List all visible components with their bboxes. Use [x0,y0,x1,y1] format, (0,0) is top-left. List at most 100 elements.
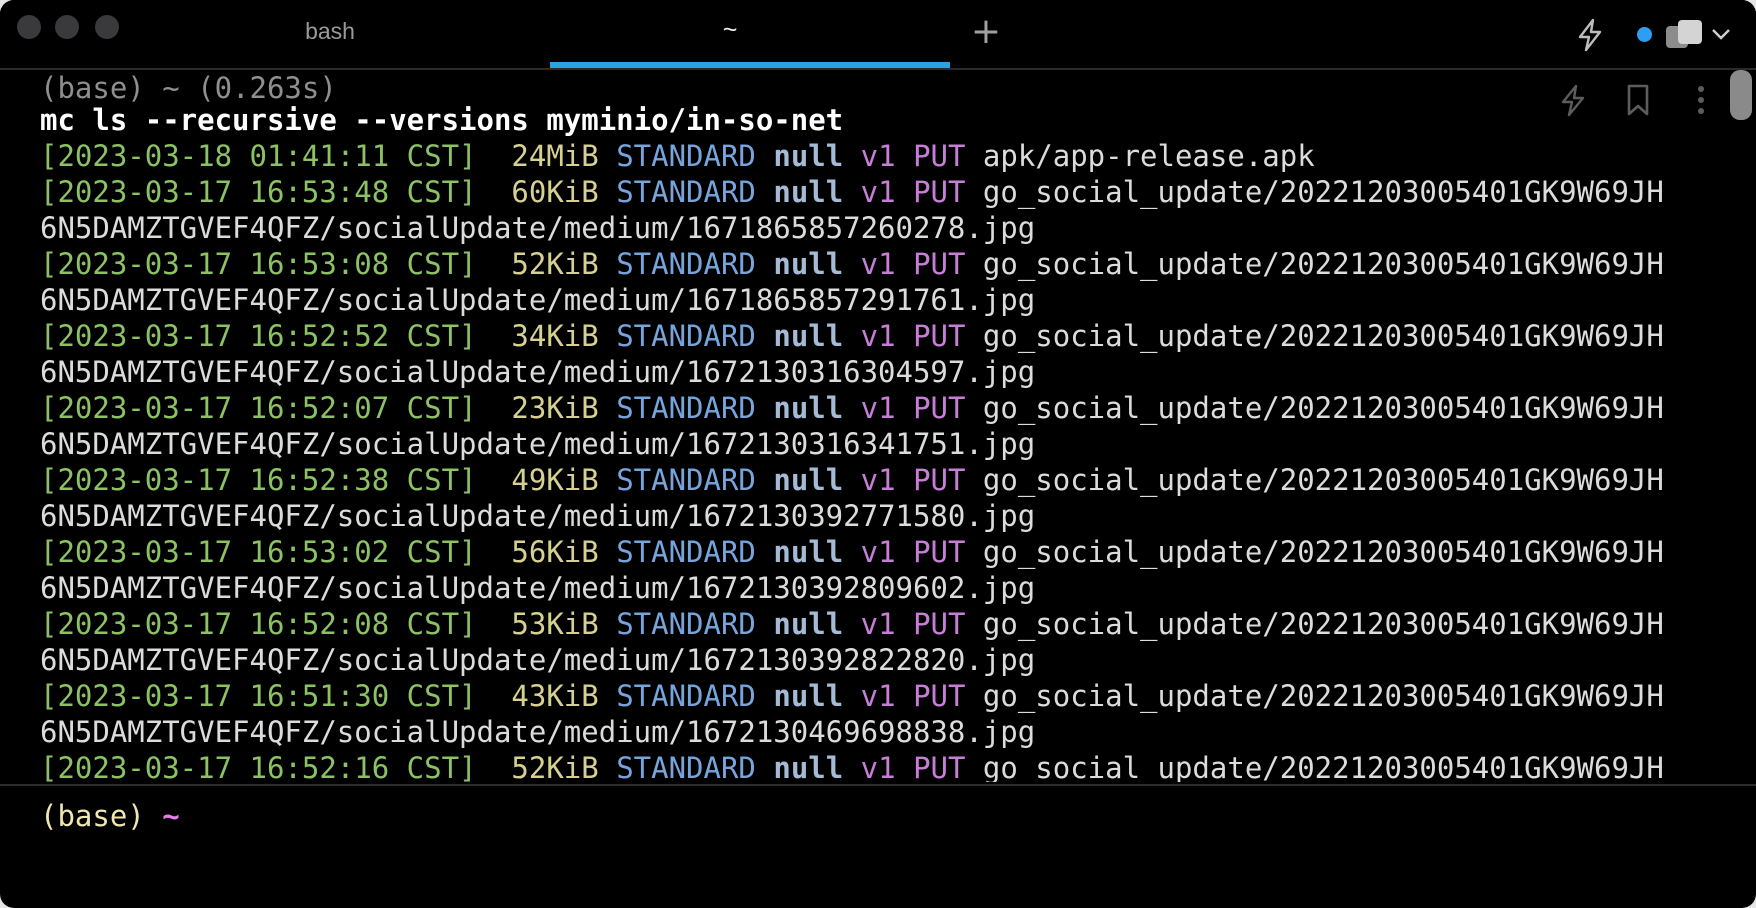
row-size: 24MiB [511,139,599,173]
row-version-id: null [773,679,844,713]
zoom-window-button[interactable] [95,15,119,39]
row-timestamp: [2023-03-17 16:53:48 CST] [40,175,477,209]
row-object-key-continuation: 6N5DAMZTGVEF4QFZ/socialUpdate/medium/167… [40,715,1036,749]
bolt-icon[interactable] [1575,18,1605,52]
row-version-id: null [773,139,844,173]
row-timestamp: [2023-03-17 16:53:02 CST] [40,535,477,569]
row-storage-class: STANDARD [616,319,756,353]
row-operation: PUT [913,175,966,209]
row-object-key-continuation: 6N5DAMZTGVEF4QFZ/socialUpdate/medium/167… [40,643,1036,677]
tab-bar: bash ~ + [0,0,1756,68]
output-row: [2023-03-18 01:41:11 CST] 24MiB STANDARD… [40,138,1315,174]
row-timestamp: [2023-03-17 16:53:08 CST] [40,247,477,281]
row-timestamp: [2023-03-17 16:52:52 CST] [40,319,477,353]
row-version-number: v1 [860,139,896,173]
row-object-key: go_social_update/20221203005401GK9W69JH [982,679,1664,713]
row-version-id: null [773,391,844,425]
row-object-key: go_social_update/20221203005401GK9W69JH [982,319,1664,353]
conda-env-label: (base) [40,799,145,833]
bookmark-icon[interactable] [1620,82,1656,118]
row-storage-class: STANDARD [616,247,756,281]
row-version-id: null [773,607,844,641]
row-size: 49KiB [511,463,599,497]
chevron-down-icon[interactable] [1710,26,1732,42]
row-storage-class: STANDARD [616,535,756,569]
row-object-key: go_social_update/20221203005401GK9W69JH [982,463,1664,497]
row-version-id: null [773,463,844,497]
row-object-key-continuation: 6N5DAMZTGVEF4QFZ/socialUpdate/medium/167… [40,211,1036,245]
output-row: [2023-03-17 16:51:30 CST] 43KiB STANDARD… [40,678,1664,714]
row-object-key-continuation: 6N5DAMZTGVEF4QFZ/socialUpdate/medium/167… [40,499,1036,533]
row-version-number: v1 [860,247,896,281]
bolt-icon[interactable] [1555,82,1591,118]
row-operation: PUT [913,391,966,425]
row-version-number: v1 [860,463,896,497]
profile-icon[interactable] [1664,16,1708,52]
row-storage-class: STANDARD [616,391,756,425]
row-size: 56KiB [511,535,599,569]
row-operation: PUT [913,679,966,713]
row-operation: PUT [913,139,966,173]
row-storage-class: STANDARD [616,175,756,209]
row-size: 60KiB [511,175,599,209]
row-object-key: apk/app-release.apk [982,139,1315,173]
row-version-number: v1 [860,535,896,569]
row-version-number: v1 [860,391,896,425]
row-size: 23KiB [511,391,599,425]
row-object-key: go_social_update/20221203005401GK9W69JH [982,391,1664,425]
row-size: 52KiB [511,247,599,281]
row-version-id: null [773,175,844,209]
row-version-number: v1 [860,607,896,641]
output-row: [2023-03-17 16:52:08 CST] 53KiB STANDARD… [40,606,1664,642]
row-timestamp: [2023-03-17 16:52:16 CST] [40,751,477,782]
row-timestamp: [2023-03-17 16:52:08 CST] [40,607,477,641]
tab-home[interactable]: ~ [550,16,910,45]
row-storage-class: STANDARD [616,463,756,497]
output-row: [2023-03-17 16:53:48 CST] 60KiB STANDARD… [40,174,1664,210]
status-dot-icon [1637,27,1652,42]
block-actions [1555,82,1725,118]
row-storage-class: STANDARD [616,679,756,713]
output-row: [2023-03-17 16:53:02 CST] 56KiB STANDARD… [40,534,1664,570]
output-row: [2023-03-17 16:53:08 CST] 52KiB STANDARD… [40,246,1664,282]
prompt-divider [0,784,1756,786]
row-timestamp: [2023-03-18 01:41:11 CST] [40,139,477,173]
row-version-number: v1 [860,175,896,209]
output-row: [2023-03-17 16:52:38 CST] 49KiB STANDARD… [40,462,1664,498]
row-size: 52KiB [511,751,599,782]
row-version-id: null [773,247,844,281]
row-object-key: go_social_update/20221203005401GK9W69JH [982,607,1664,641]
close-window-button[interactable] [17,15,41,39]
minimize-window-button[interactable] [55,15,79,39]
row-operation: PUT [913,751,966,782]
row-storage-class: STANDARD [616,607,756,641]
row-timestamp: [2023-03-17 16:52:38 CST] [40,463,477,497]
scrollbar-thumb[interactable] [1730,70,1752,120]
row-operation: PUT [913,463,966,497]
row-object-key-continuation: 6N5DAMZTGVEF4QFZ/socialUpdate/medium/167… [40,283,1036,317]
row-size: 34KiB [511,319,599,353]
row-object-key-continuation: 6N5DAMZTGVEF4QFZ/socialUpdate/medium/167… [40,427,1036,461]
more-vertical-icon[interactable] [1683,82,1719,118]
row-object-key: go_social_update/20221203005401GK9W69JH [982,175,1664,209]
row-operation: PUT [913,607,966,641]
tab-bash[interactable]: bash [150,18,510,45]
row-size: 43KiB [511,679,599,713]
row-timestamp: [2023-03-17 16:52:07 CST] [40,391,477,425]
row-version-number: v1 [860,319,896,353]
row-object-key: go_social_update/20221203005401GK9W69JH [982,247,1664,281]
new-tab-button[interactable]: + [968,14,1004,50]
input-prompt[interactable]: (base) ~ [40,798,180,834]
row-version-number: v1 [860,751,896,782]
row-version-id: null [773,751,844,782]
command-block[interactable]: (base) ~ (0.263s) mc ls --recursive --ve… [0,70,1740,782]
terminal-window: bash ~ + (base) ~ (0.263s) mc ls --recur… [0,0,1756,908]
row-version-number: v1 [860,679,896,713]
row-operation: PUT [913,247,966,281]
row-operation: PUT [913,535,966,569]
row-operation: PUT [913,319,966,353]
row-size: 53KiB [511,607,599,641]
row-storage-class: STANDARD [616,139,756,173]
output-row: [2023-03-17 16:52:07 CST] 23KiB STANDARD… [40,390,1664,426]
output-row: [2023-03-17 16:52:16 CST] 52KiB STANDARD… [40,750,1664,782]
